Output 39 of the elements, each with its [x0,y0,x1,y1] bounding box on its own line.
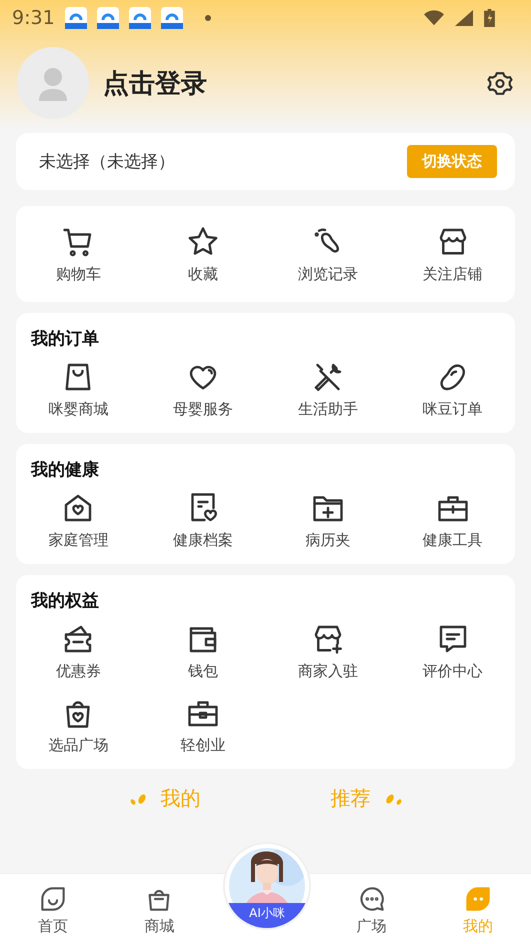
shortcut-label[interactable]: 关注店铺 [422,265,483,284]
menu-item-label[interactable]: 健康工具 [422,531,483,550]
settings-icon[interactable] [487,70,513,96]
app-notification-icon [96,7,119,29]
signal-icon [454,10,474,26]
menu-item-label[interactable]: 健康档案 [173,531,234,550]
login-link[interactable]: 点击登录 [103,66,487,100]
app-notification-icon [64,7,87,29]
menu-item-label[interactable]: 生活助手 [298,400,358,419]
section-title: 我的权益 [30,590,100,612]
menu-item-label[interactable]: 咪婴商城 [48,400,108,419]
menu-item-label[interactable]: 钱包 [188,662,218,681]
status-time: 9:31 [12,7,55,29]
menu-item-label[interactable]: 评价中心 [422,662,483,681]
shortcut-label[interactable]: 购物车 [56,265,101,284]
assistant-button[interactable]: AI小咪 [223,842,311,930]
recommend-title: 我的 [160,785,200,812]
shortcut-label[interactable]: 收藏 [188,265,218,284]
nav-tab[interactable]: 首页 [0,882,106,936]
battery-icon [484,9,495,27]
shortcut-label[interactable]: 浏览记录 [298,265,358,284]
menu-item-label[interactable]: 商家入驻 [298,662,358,681]
recommend-title: 推荐 [330,785,370,812]
status-text: 未选择（未选择） [39,151,175,173]
wifi-icon [424,10,444,26]
menu-item-label[interactable]: 母婴服务 [173,400,234,419]
menu-item-label[interactable]: 轻创业 [180,736,226,755]
menu-item-label[interactable]: 咪豆订单 [422,400,483,419]
app-notification-icon [128,7,151,29]
notification-dot-icon [204,15,211,21]
menu-item-label[interactable]: 选品广场 [48,736,108,755]
nav-tab[interactable]: 广场 [318,882,425,936]
section-title: 我的健康 [30,459,100,481]
app-notification-icon [160,7,183,29]
nav-tab[interactable]: 商城 [106,882,212,936]
menu-item-label[interactable]: 优惠券 [56,662,101,681]
menu-item-label[interactable]: 病历夹 [305,531,350,550]
menu-item-label[interactable]: 家庭管理 [48,531,108,550]
section-title: 我的订单 [30,328,100,350]
